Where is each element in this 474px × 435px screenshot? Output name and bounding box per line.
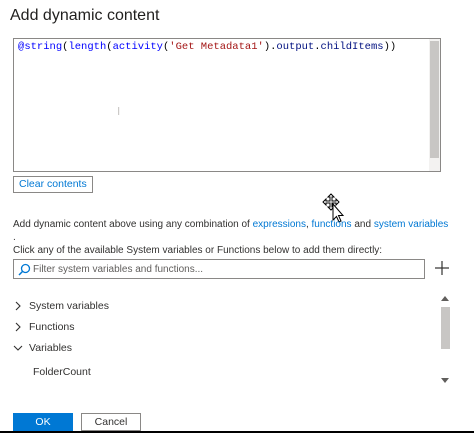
- expressions-link[interactable]: expressions: [253, 219, 306, 230]
- tree-item-label: Variables: [29, 342, 72, 354]
- dialog-title: Add dynamic content: [10, 7, 160, 24]
- help-text: Add dynamic content above using any comb…: [13, 218, 453, 257]
- editor-scrollbar[interactable]: [429, 39, 440, 171]
- content-tree: System variables Functions Variables Fol…: [13, 296, 438, 386]
- code-string-literal: 'Get Metadata1': [169, 41, 264, 53]
- clear-contents-button[interactable]: Clear contents: [13, 176, 93, 193]
- chevron-down-icon: [13, 345, 23, 351]
- variable-folder-count[interactable]: FolderCount: [33, 366, 91, 378]
- code-fn-string: string: [24, 41, 63, 53]
- code-fn-length: length: [68, 41, 107, 53]
- scroll-down-icon[interactable]: [441, 378, 449, 383]
- bottom-divider: [0, 431, 474, 433]
- ok-button[interactable]: OK: [13, 413, 73, 431]
- scroll-up-icon[interactable]: [441, 296, 449, 301]
- filter-search-box[interactable]: [13, 259, 425, 279]
- help-line-2: Click any of the available System variab…: [13, 245, 383, 256]
- chevron-right-icon: [15, 301, 21, 311]
- tree-item-label: Functions: [29, 321, 75, 333]
- tree-item-system-variables[interactable]: System variables: [13, 300, 109, 312]
- code-prop-childitems: childItems: [320, 41, 384, 53]
- tree-item-functions[interactable]: Functions: [13, 321, 75, 333]
- filter-input[interactable]: [33, 261, 413, 277]
- search-icon: [18, 263, 31, 276]
- code-paren: )): [383, 41, 397, 53]
- editor-scrollbar-thumb[interactable]: [430, 41, 439, 158]
- functions-link[interactable]: functions: [312, 219, 352, 230]
- help-line-1: Add dynamic content above using any comb…: [13, 219, 449, 243]
- text-cursor-icon: I: [117, 105, 121, 118]
- tree-scrollbar-thumb[interactable]: [441, 307, 450, 349]
- cancel-button[interactable]: Cancel: [81, 413, 141, 431]
- tree-item-variables[interactable]: Variables: [13, 342, 72, 354]
- chevron-right-icon: [15, 322, 21, 332]
- system-variables-link[interactable]: system variables: [374, 219, 448, 230]
- expression-editor[interactable]: @string(length(activity('Get Metadata1')…: [13, 38, 441, 172]
- code-fn-activity: activity: [112, 41, 163, 53]
- expression-code[interactable]: @string(length(activity('Get Metadata1')…: [18, 41, 396, 53]
- add-icon[interactable]: [433, 259, 451, 277]
- code-paren: ).: [263, 41, 277, 53]
- tree-item-label: System variables: [29, 300, 109, 312]
- tree-scrollbar[interactable]: [440, 294, 451, 386]
- code-prop-output: output: [276, 41, 315, 53]
